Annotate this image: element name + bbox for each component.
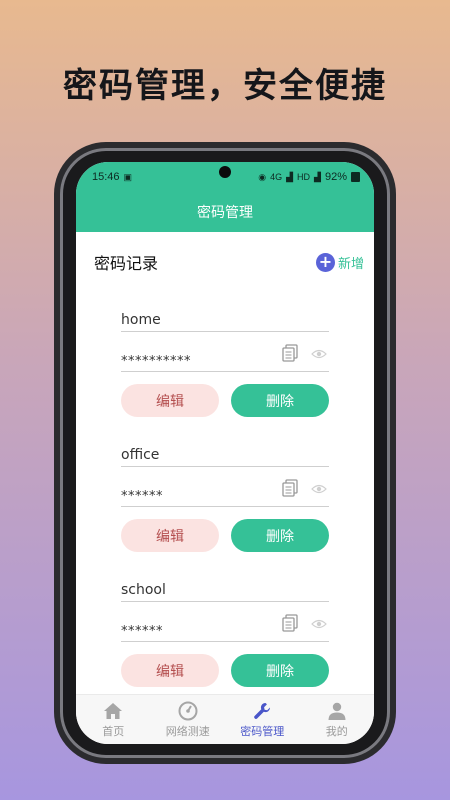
promo-headline: 密码管理，安全便捷 [63,66,387,106]
add-record-button[interactable]: + 新增 [315,252,364,272]
nav-item-profile[interactable]: 我的 [302,701,372,739]
plus-icon: + [315,252,335,272]
add-record-label: 新增 [337,256,364,272]
user-icon [328,702,346,720]
nav-item-password[interactable]: 密码管理 [227,701,297,739]
delete-button[interactable]: 删除 [231,384,329,417]
wifi-icon: ◉ [258,171,267,182]
eye-icon[interactable] [311,348,327,360]
delete-button[interactable]: 删除 [231,519,329,552]
record-actions: 编辑 删除 [121,384,329,417]
edit-button[interactable]: 编辑 [121,654,219,687]
password-mask: ****** [121,489,163,504]
password-list: 密码记录 + 新增 home ********** 编辑 删除 office *… [76,232,374,694]
copy-icon[interactable] [281,614,299,632]
app-bar: 密码管理 [76,192,374,232]
home-icon [104,702,123,719]
section-title: 密码记录 [94,254,159,273]
image-notification-icon: ▣ [123,171,133,182]
record-name: home [121,312,329,332]
phone-screen: 15:46 ▣ ◉ 4G ▟ HD ▟ 92% 密码管理 密码记录 + 新增 h… [76,162,374,744]
password-field: ********** [121,344,329,372]
nav-item-speedtest[interactable]: 网络测速 [153,701,223,739]
eye-icon[interactable] [311,483,327,495]
password-mask: ****** [121,624,163,639]
front-camera [219,166,231,178]
eye-icon[interactable] [311,618,327,630]
battery-percent: 92% [324,171,347,183]
password-mask: ********** [121,354,191,369]
wrench-icon [254,702,271,719]
edit-button[interactable]: 编辑 [121,384,219,417]
copy-icon[interactable] [281,479,299,497]
delete-button[interactable]: 删除 [231,654,329,687]
signal-icon: ▟ [286,171,294,182]
network-type-label: 4G [270,172,283,182]
password-field: ****** [121,614,329,642]
password-field: ****** [121,479,329,507]
password-card: school ****** 编辑 删除 [121,582,329,687]
nav-label: 密码管理 [240,724,285,738]
app-bar-title: 密码管理 [197,205,253,221]
record-name: school [121,582,329,602]
hd-label: HD [297,172,311,182]
section-header: 密码记录 + 新增 [76,232,374,276]
record-actions: 编辑 删除 [121,654,329,687]
battery-icon [351,172,360,182]
bottom-navigation: 首页 网络测速 密码管理 我的 [76,694,374,744]
password-card: home ********** 编辑 删除 [121,312,329,417]
status-time: 15:46 [92,171,120,183]
nav-label: 我的 [325,724,348,738]
phone-frame: 15:46 ▣ ◉ 4G ▟ HD ▟ 92% 密码管理 密码记录 + 新增 h… [60,148,390,758]
signal-icon-2: ▟ [314,171,321,182]
speedometer-icon [178,701,198,720]
password-card: office ****** 编辑 删除 [121,447,329,552]
nav-item-home[interactable]: 首页 [78,701,148,739]
nav-label: 首页 [102,724,125,738]
copy-icon[interactable] [281,344,299,362]
edit-button[interactable]: 编辑 [121,519,219,552]
record-name: office [121,447,329,467]
record-actions: 编辑 删除 [121,519,329,552]
nav-label: 网络测速 [165,724,210,738]
